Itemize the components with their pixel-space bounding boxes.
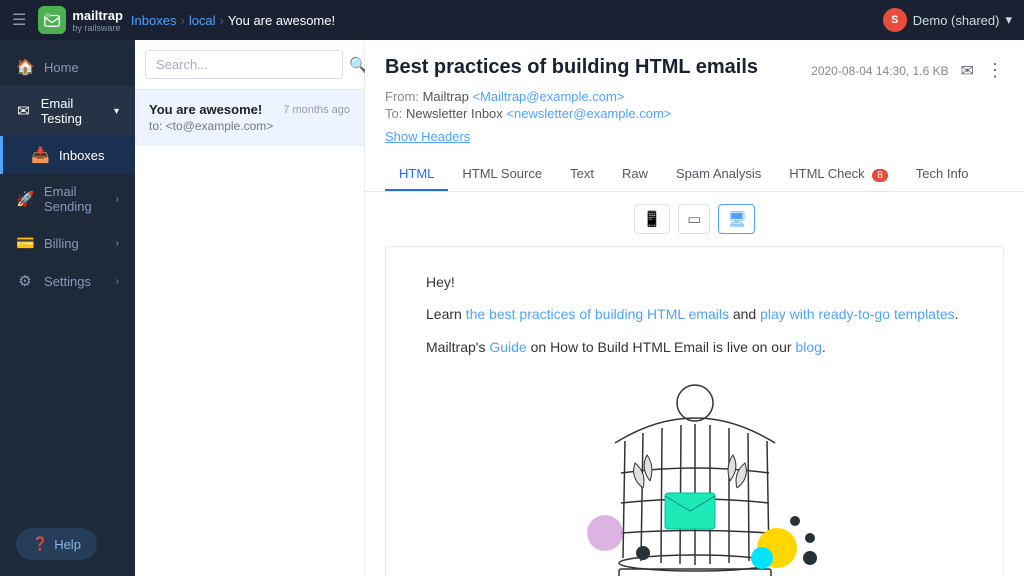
mail-item-meta: You are awesome! 7 months ago	[149, 102, 350, 117]
email-content: 📱 ▭ 🖥 Hey! Learn the best practices of b…	[365, 192, 1024, 576]
help-button[interactable]: ❓ Help	[16, 528, 97, 560]
settings-chevron-icon: ›	[116, 276, 119, 287]
email-testing-chevron-icon: ▾	[114, 106, 119, 117]
email-preview: Hey! Learn the best practices of buildin…	[385, 246, 1004, 576]
mail-time: 7 months ago	[283, 104, 350, 116]
sidebar-item-email-testing[interactable]: ✉ Email Testing ▾	[0, 86, 135, 136]
forward-icon[interactable]: ✉	[961, 61, 974, 81]
email-detail: Best practices of building HTML emails F…	[365, 40, 1024, 576]
email-body-line2: Learn the best practices of building HTM…	[426, 303, 963, 325]
email-body-line1: Hey!	[426, 271, 963, 293]
email-body-line3: Mailtrap's Guide on How to Build HTML Em…	[426, 336, 963, 358]
cage-illustration	[426, 368, 963, 576]
sidebar-item-settings-label: Settings	[44, 274, 91, 289]
logo-text: mailtrap	[72, 8, 123, 23]
sidebar-item-inboxes-label: Inboxes	[59, 148, 105, 163]
help-label: Help	[54, 537, 81, 552]
user-name: Demo (shared)	[913, 13, 1000, 28]
more-options-icon[interactable]: ⋮	[986, 60, 1004, 81]
view-mobile-icon[interactable]: 📱	[634, 204, 671, 234]
main-layout: 🏠 Home ✉ Email Testing ▾ 📥 Inboxes 🚀 Ema…	[0, 40, 1024, 576]
view-desktop-icon[interactable]: 🖥	[718, 204, 755, 234]
tab-html-check[interactable]: HTML Check 8	[775, 158, 902, 191]
email-tabs: HTML HTML Source Text Raw Spam Analysis …	[385, 158, 1004, 191]
email-date: 2020-08-04 14:30, 1.6 KB	[811, 64, 948, 78]
sidebar-footer: ❓ Help	[0, 512, 135, 576]
home-icon: 🏠	[16, 58, 34, 76]
html-check-badge: 8	[872, 169, 888, 182]
user-avatar: S	[883, 8, 907, 32]
tab-html[interactable]: HTML	[385, 158, 448, 191]
email-title: Best practices of building HTML emails	[385, 56, 758, 79]
sidebar-item-billing[interactable]: 💳 Billing ›	[0, 224, 135, 262]
tab-text[interactable]: Text	[556, 158, 608, 191]
inboxes-icon: 📥	[31, 146, 49, 164]
user-badge[interactable]: S Demo (shared) ▾	[883, 8, 1012, 32]
breadcrumb-inboxes[interactable]: Inboxes	[131, 13, 177, 28]
sidebar-item-home[interactable]: 🏠 Home	[0, 48, 135, 86]
link-best-practices[interactable]: the best practices of building HTML emai…	[466, 306, 729, 322]
sidebar-item-email-testing-label: Email Testing	[41, 96, 104, 126]
settings-icon: ⚙	[16, 272, 34, 290]
from-email[interactable]: <Mailtrap@example.com>	[472, 89, 624, 104]
sidebar-item-settings[interactable]: ⚙ Settings ›	[0, 262, 135, 300]
tab-spam-analysis[interactable]: Spam Analysis	[662, 158, 775, 191]
tab-html-source[interactable]: HTML Source	[448, 158, 556, 191]
sidebar-item-email-sending-label: Email Sending	[44, 184, 106, 214]
view-toggle: 📱 ▭ 🖥	[385, 204, 1004, 234]
to-name: Newsletter Inbox	[406, 106, 503, 121]
topbar: ☰ mailtrap by railsware Inboxes › local …	[0, 0, 1024, 40]
show-headers-link[interactable]: Show Headers	[385, 129, 470, 144]
search-input[interactable]	[145, 50, 343, 79]
from-name: Mailtrap	[423, 89, 469, 104]
tab-tech-info[interactable]: Tech Info	[902, 158, 983, 191]
sidebar-nav: 🏠 Home ✉ Email Testing ▾ 📥 Inboxes 🚀 Ema…	[0, 40, 135, 512]
billing-chevron-icon: ›	[116, 238, 119, 249]
hamburger-icon[interactable]: ☰	[12, 10, 26, 30]
email-from: From: Mailtrap <Mailtrap@example.com>	[385, 89, 758, 104]
billing-icon: 💳	[16, 234, 34, 252]
help-icon: ❓	[32, 536, 48, 552]
logo: mailtrap by railsware	[38, 6, 123, 34]
email-sending-icon: 🚀	[16, 190, 34, 208]
email-to: To: Newsletter Inbox <newsletter@example…	[385, 106, 758, 121]
inbox-search-bar: 🔍 ↻ ✕ ⚙	[135, 40, 364, 90]
logo-icon	[38, 6, 66, 34]
sidebar-item-inboxes[interactable]: 📥 Inboxes	[0, 136, 135, 174]
user-chevron-icon: ▾	[1005, 12, 1012, 28]
breadcrumb-local[interactable]: local	[189, 13, 216, 28]
to-email[interactable]: <newsletter@example.com>	[506, 106, 671, 121]
mail-subject: You are awesome!	[149, 102, 262, 117]
email-header: Best practices of building HTML emails F…	[365, 40, 1024, 192]
sidebar-item-billing-label: Billing	[44, 236, 79, 251]
link-blog[interactable]: blog	[795, 339, 821, 355]
view-tablet-icon[interactable]: ▭	[678, 204, 710, 234]
email-sending-chevron-icon: ›	[116, 194, 119, 205]
mail-to: to: <to@example.com>	[149, 119, 350, 133]
link-play-templates[interactable]: play with ready-to-go templates	[760, 306, 955, 322]
sidebar: 🏠 Home ✉ Email Testing ▾ 📥 Inboxes 🚀 Ema…	[0, 40, 135, 576]
breadcrumb: Inboxes › local › You are awesome!	[131, 13, 875, 28]
mail-list-item[interactable]: You are awesome! 7 months ago to: <to@ex…	[135, 90, 364, 146]
sidebar-item-home-label: Home	[44, 60, 79, 75]
logo-sub: by railsware	[72, 23, 123, 33]
tab-raw[interactable]: Raw	[608, 158, 662, 191]
breadcrumb-current: You are awesome!	[228, 13, 335, 28]
link-guide[interactable]: Guide	[489, 339, 526, 355]
email-testing-icon: ✉	[16, 102, 31, 120]
inbox-list: 🔍 ↻ ✕ ⚙ You are awesome! 7 months ago to…	[135, 40, 365, 576]
sidebar-item-email-sending[interactable]: 🚀 Email Sending ›	[0, 174, 135, 224]
